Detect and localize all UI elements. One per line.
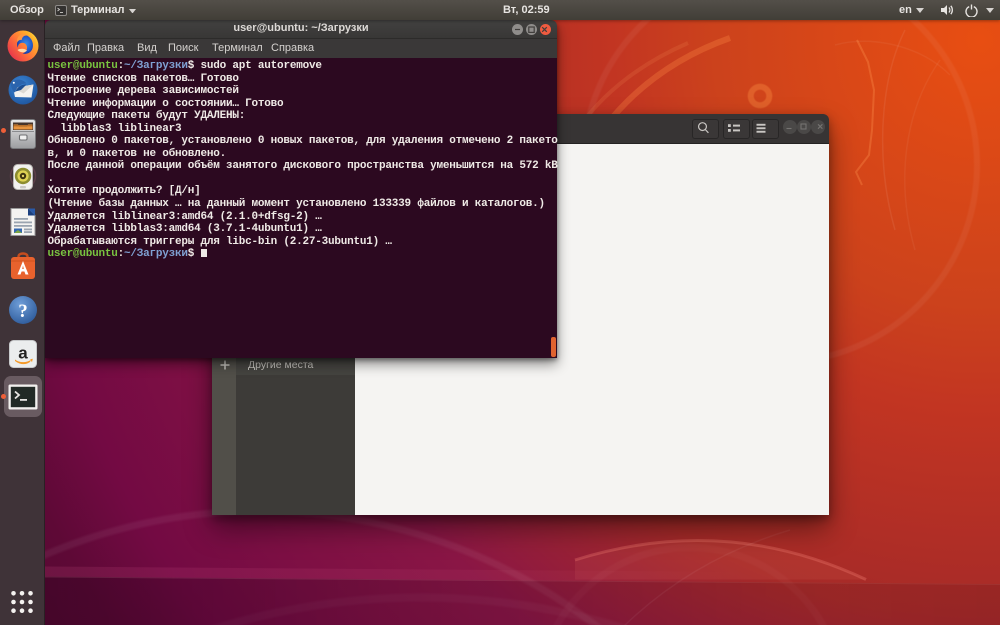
svg-text:?: ? <box>18 301 28 322</box>
svg-text:a: a <box>18 344 28 363</box>
